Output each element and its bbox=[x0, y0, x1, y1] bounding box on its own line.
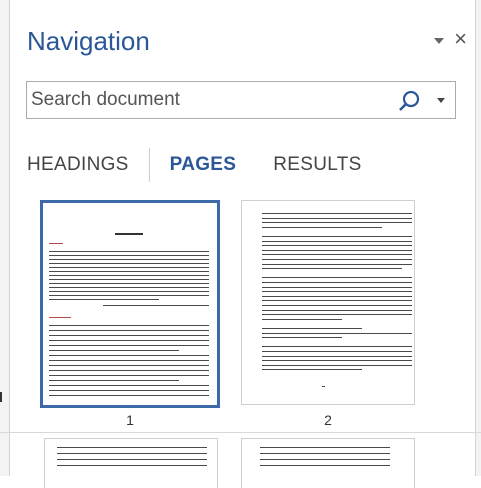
pane-title: Navigation bbox=[27, 26, 150, 56]
page-number-1: 1 bbox=[126, 412, 134, 428]
thumbnail-text-line bbox=[49, 325, 209, 326]
thumbnail-text-line bbox=[49, 380, 179, 381]
thumbnail-text-line bbox=[260, 453, 390, 454]
thumbnail-text-line bbox=[262, 259, 412, 260]
thumbnail-text-line bbox=[49, 317, 71, 318]
thumbnail-text-line bbox=[49, 375, 209, 376]
thumbnail-text-line bbox=[262, 309, 412, 311]
thumbnail-text-line bbox=[49, 259, 209, 260]
close-icon[interactable]: × bbox=[454, 28, 467, 50]
thumbnail-text-line bbox=[262, 217, 412, 219]
thumbnail-text-line bbox=[262, 355, 412, 357]
thumbnail-text-line bbox=[49, 370, 209, 371]
thumbnail-text-line bbox=[262, 236, 412, 237]
thumbnail-title-line bbox=[115, 233, 143, 235]
thumbnail-text-line bbox=[262, 226, 382, 228]
thumbnail-text-line bbox=[49, 330, 209, 331]
edge-mark bbox=[0, 392, 7, 402]
thumbnail-text-line bbox=[57, 459, 207, 460]
thumbnail-text-line bbox=[49, 291, 209, 292]
row-divider bbox=[0, 432, 481, 433]
thumbnail-text-line bbox=[262, 254, 412, 256]
thumbnail-text-line bbox=[262, 318, 342, 320]
thumbnail-text-line bbox=[49, 335, 209, 336]
thumbnail-text-line bbox=[322, 386, 325, 387]
page-thumbnail-1[interactable] bbox=[40, 200, 220, 408]
thumbnail-text-line bbox=[262, 268, 402, 270]
thumbnail-text-line bbox=[262, 291, 412, 293]
pane-options-icon[interactable] bbox=[434, 38, 445, 44]
tab-results[interactable]: RESULTS bbox=[273, 154, 361, 176]
thumbnail-text-line bbox=[49, 287, 209, 288]
thumbnail-text-line bbox=[262, 277, 412, 279]
thumbnail-text-line bbox=[262, 249, 412, 251]
thumbnail-text-line bbox=[49, 263, 209, 264]
thumbnail-text-line bbox=[262, 295, 412, 297]
thumbnail-text-line bbox=[262, 282, 412, 283]
search-options-icon[interactable] bbox=[437, 98, 445, 103]
thumbnail-text-line bbox=[49, 395, 209, 396]
thumbnail-text-line bbox=[49, 299, 159, 300]
thumbnail-text-line bbox=[262, 314, 412, 316]
search-box[interactable] bbox=[26, 81, 456, 119]
thumbnail-text-line bbox=[57, 453, 207, 454]
thumbnail-text-line bbox=[49, 385, 209, 386]
thumbnail-text-line bbox=[49, 350, 179, 351]
thumbnail-text-line bbox=[49, 340, 209, 341]
pane-controls: × bbox=[434, 28, 467, 50]
thumbnail-text-line bbox=[49, 295, 209, 296]
right-edge bbox=[475, 0, 481, 476]
thumbnail-text-line bbox=[49, 390, 209, 391]
thumbnail-text-line bbox=[57, 465, 207, 466]
thumbnail-text-line bbox=[49, 271, 209, 272]
thumbnail-text-line bbox=[262, 213, 412, 214]
thumbnail-text-line bbox=[262, 364, 412, 366]
thumbnail-text-line bbox=[49, 365, 209, 366]
thumbnail-text-line bbox=[49, 355, 209, 356]
thumbnail-text-line bbox=[49, 360, 209, 361]
left-edge bbox=[0, 0, 10, 476]
thumbnail-text-line bbox=[262, 369, 362, 371]
search-icon[interactable] bbox=[397, 89, 421, 113]
page-thumbnail-4[interactable] bbox=[241, 438, 415, 488]
thumbnail-text-line bbox=[262, 305, 412, 306]
thumbnail-text-line bbox=[49, 279, 209, 280]
thumbnail-text-line bbox=[49, 345, 209, 346]
page-thumbnail-3[interactable] bbox=[44, 438, 218, 488]
tab-pages[interactable]: PAGES bbox=[170, 154, 237, 176]
thumbnail-text-line bbox=[49, 275, 209, 276]
thumbnail-text-line bbox=[260, 447, 390, 448]
thumbnail-text-line bbox=[262, 351, 412, 352]
page-number-2: 2 bbox=[324, 412, 332, 428]
thumbnail-text-line bbox=[262, 360, 412, 362]
thumbnail-text-line bbox=[262, 328, 362, 329]
thumbnail-text-line bbox=[103, 305, 209, 306]
thumbnail-text-line bbox=[260, 459, 390, 460]
tab-divider bbox=[252, 148, 253, 182]
thumbnail-text-line bbox=[262, 245, 412, 247]
thumbnail-text-line bbox=[262, 240, 412, 242]
thumbnail-text-line bbox=[262, 286, 412, 288]
thumbnail-text-line bbox=[262, 337, 342, 339]
thumbnail-text-line bbox=[260, 465, 390, 466]
thumbnail-text-line bbox=[262, 332, 412, 334]
page-thumbnail-2[interactable] bbox=[241, 200, 415, 405]
thumbnail-text-line bbox=[262, 300, 412, 302]
thumbnail-text-line bbox=[262, 263, 412, 265]
nav-tabs: HEADINGS PAGES RESULTS bbox=[27, 148, 362, 182]
thumbnail-text-line bbox=[262, 222, 412, 224]
thumbnail-text-line bbox=[49, 251, 209, 252]
search-input[interactable] bbox=[31, 89, 391, 111]
thumbnail-text-line bbox=[49, 243, 63, 244]
thumbnail-text-line bbox=[49, 255, 209, 256]
thumbnail-text-line bbox=[49, 283, 209, 284]
tab-headings[interactable]: HEADINGS bbox=[27, 154, 129, 176]
thumbnail-text-line bbox=[262, 346, 412, 348]
thumbnail-text-line bbox=[57, 447, 207, 448]
thumbnail-text-line bbox=[49, 267, 209, 268]
tab-divider bbox=[148, 148, 150, 182]
